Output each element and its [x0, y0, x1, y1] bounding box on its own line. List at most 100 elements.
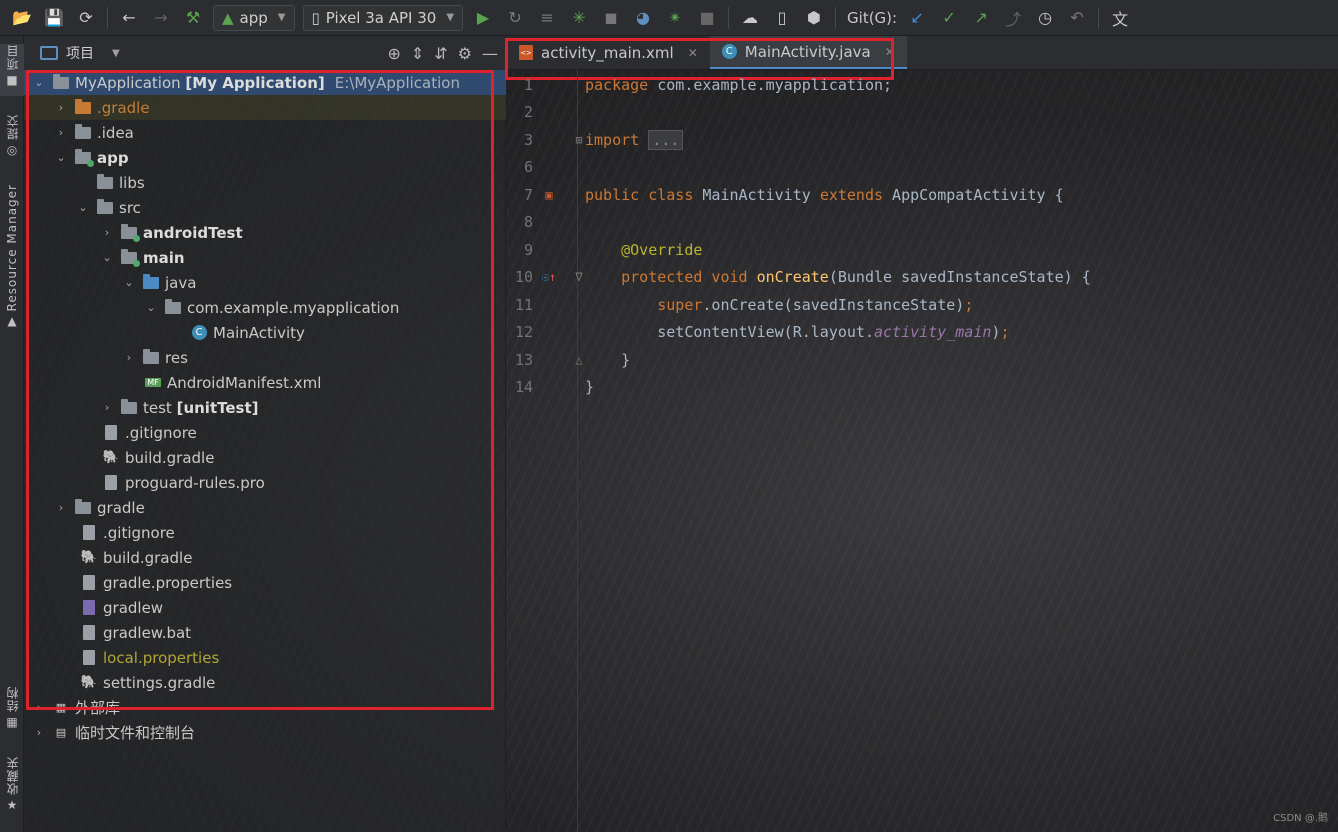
sync-icon[interactable]: ⟳: [73, 5, 99, 31]
git-merge-icon[interactable]: ⤴: [1000, 5, 1026, 31]
code-token: super: [657, 295, 703, 314]
code-token: AppCompatActivity {: [883, 185, 1064, 204]
build-hammer-icon[interactable]: ⚒: [180, 5, 206, 31]
tree-item-java[interactable]: ⌄ java: [24, 270, 506, 295]
back-icon[interactable]: ←: [116, 5, 142, 31]
forward-icon[interactable]: →: [148, 5, 174, 31]
collapse-all-icon[interactable]: ⇵: [434, 44, 447, 63]
tab-main-activity-java[interactable]: C MainActivity.java ✕: [709, 36, 907, 69]
tree-item-main[interactable]: ⌄ main: [24, 245, 506, 270]
tree-item-manifest[interactable]: MF AndroidManifest.xml: [24, 370, 506, 395]
tree-item-test[interactable]: › test [unitTest]: [24, 395, 506, 420]
tree-item-scratches[interactable]: › ▤ 临时文件和控制台: [24, 720, 506, 745]
layout-xml-gutter-icon[interactable]: ▣: [539, 188, 559, 202]
locate-file-icon[interactable]: ⊕: [387, 44, 400, 63]
stop-icon[interactable]: ■: [694, 5, 720, 31]
chevron-down-icon: ⌄: [146, 301, 156, 314]
tree-item-gradle-properties[interactable]: gradle.properties: [24, 570, 506, 595]
attach-debugger-icon[interactable]: ◼: [598, 5, 624, 31]
sdk-manager-icon[interactable]: ⬢: [801, 5, 827, 31]
close-icon[interactable]: ✕: [688, 46, 698, 60]
code-editor[interactable]: 1 package com.example.myapplication; 2 3…: [507, 70, 1338, 832]
project-tool-tab[interactable]: 项目 ■: [0, 44, 24, 96]
code-token: (Bundle savedInstanceState) {: [828, 267, 1091, 286]
debug-process-icon[interactable]: ✴: [662, 5, 688, 31]
tree-item-local-properties[interactable]: local.properties: [24, 645, 506, 670]
folder-icon: [96, 198, 114, 216]
tree-item-package[interactable]: ⌄ com.example.myapplication: [24, 295, 506, 320]
tree-item-app-gitignore[interactable]: .gitignore: [24, 420, 506, 445]
translate-icon[interactable]: 文: [1107, 5, 1133, 31]
tree-item-gradlew-bat[interactable]: gradlew.bat: [24, 620, 506, 645]
tree-item-gitignore[interactable]: .gitignore: [24, 520, 506, 545]
git-push-icon[interactable]: ↗: [968, 5, 994, 31]
sync-gradle-icon[interactable]: ☁: [737, 5, 763, 31]
editor-tabs: <> activity_main.xml ✕ C MainActivity.ja…: [507, 36, 1338, 70]
code-token: com.example.myapplication;: [648, 75, 893, 94]
tree-item-label: src: [119, 198, 141, 217]
tree-item-android-test[interactable]: › androidTest: [24, 220, 506, 245]
tree-item-label: AndroidManifest.xml: [167, 373, 322, 392]
project-tree: ⌄ MyApplication [My Application] E:\MyAp…: [24, 70, 506, 832]
manifest-file-icon: MF: [145, 378, 161, 387]
code-token: activity_main: [874, 322, 992, 341]
device-select[interactable]: ▯ Pixel 3a API 30 ▼: [302, 4, 464, 31]
profiler-icon[interactable]: ◕: [630, 5, 656, 31]
line-number: 9: [523, 240, 533, 259]
project-view-icon: [40, 46, 58, 60]
line-number: 14: [514, 377, 533, 396]
favorites-tool-tab[interactable]: 收藏夹 ★: [0, 756, 24, 826]
android-icon: ▲: [222, 8, 234, 27]
toolbar-divider: [728, 6, 730, 29]
tree-item-proguard[interactable]: proguard-rules.pro: [24, 470, 506, 495]
chevron-right-icon: ›: [36, 726, 42, 739]
tree-item-app-build-gradle[interactable]: 🐘 build.gradle: [24, 445, 506, 470]
tree-item-app[interactable]: ⌄ app: [24, 145, 506, 170]
tree-item-settings-gradle[interactable]: 🐘 settings.gradle: [24, 670, 506, 695]
save-icon[interactable]: 💾: [41, 5, 67, 31]
device-manager-icon[interactable]: ▯: [769, 5, 795, 31]
resource-manager-tool-tab[interactable]: Resource Manager ▲: [0, 184, 24, 332]
expand-all-icon[interactable]: ⇕: [411, 44, 424, 63]
structure-tool-tab[interactable]: 结构 ▦: [0, 686, 24, 738]
tree-item-res[interactable]: › res: [24, 345, 506, 370]
close-icon[interactable]: ✕: [885, 45, 895, 59]
git-rollback-icon[interactable]: ↶: [1064, 5, 1090, 31]
toolbar-divider: [835, 6, 837, 29]
override-gutter-icon[interactable]: ☉↑: [539, 270, 559, 284]
tree-item-root[interactable]: ⌄ MyApplication [My Application] E:\MyAp…: [24, 70, 506, 95]
code-token: }: [621, 350, 631, 369]
git-update-icon[interactable]: ↙: [904, 5, 930, 31]
tree-item-gradle-dir[interactable]: › .gradle: [24, 95, 506, 120]
folded-imports[interactable]: ...: [648, 129, 684, 150]
tab-activity-main-xml[interactable]: <> activity_main.xml ✕: [507, 36, 710, 69]
tree-item-gradle[interactable]: › gradle: [24, 495, 506, 520]
run-icon[interactable]: ▶: [470, 5, 496, 31]
toolbar-divider: [107, 6, 108, 29]
toolbar-divider: [1098, 6, 1100, 29]
tree-item-external-libraries[interactable]: › ▦ 外部库: [24, 695, 506, 720]
tree-item-build-gradle[interactable]: 🐘 build.gradle: [24, 545, 506, 570]
apply-changes-icon[interactable]: ↻: [502, 5, 528, 31]
tree-item-main-activity[interactable]: C MainActivity: [24, 320, 506, 345]
tab-label: MainActivity.java: [744, 42, 871, 61]
apply-code-changes-icon[interactable]: ≡: [534, 5, 560, 31]
run-config-select[interactable]: ▲ app ▼: [213, 4, 295, 31]
tree-item-idea[interactable]: › .idea: [24, 120, 506, 145]
tree-item-src[interactable]: ⌄ src: [24, 195, 506, 220]
project-view-title[interactable]: 项目: [66, 43, 94, 63]
tree-item-gradlew[interactable]: gradlew: [24, 595, 506, 620]
open-folder-icon[interactable]: 📂: [9, 5, 35, 31]
debug-icon[interactable]: ✳: [566, 5, 592, 31]
hide-panel-icon[interactable]: —: [482, 44, 498, 63]
git-commit-icon[interactable]: ✓: [936, 5, 962, 31]
run-config-label: app: [239, 8, 268, 27]
git-history-icon[interactable]: ◷: [1032, 5, 1058, 31]
chevron-down-icon: ⌄: [102, 251, 112, 264]
chevron-right-icon: ›: [58, 501, 64, 514]
commit-tool-tab[interactable]: 提交 ◎: [0, 114, 24, 162]
chevron-down-icon[interactable]: ▼: [112, 48, 120, 59]
chevron-down-icon: ▼: [277, 12, 286, 23]
tree-item-libs[interactable]: libs: [24, 170, 506, 195]
gear-icon[interactable]: ⚙: [458, 44, 472, 63]
